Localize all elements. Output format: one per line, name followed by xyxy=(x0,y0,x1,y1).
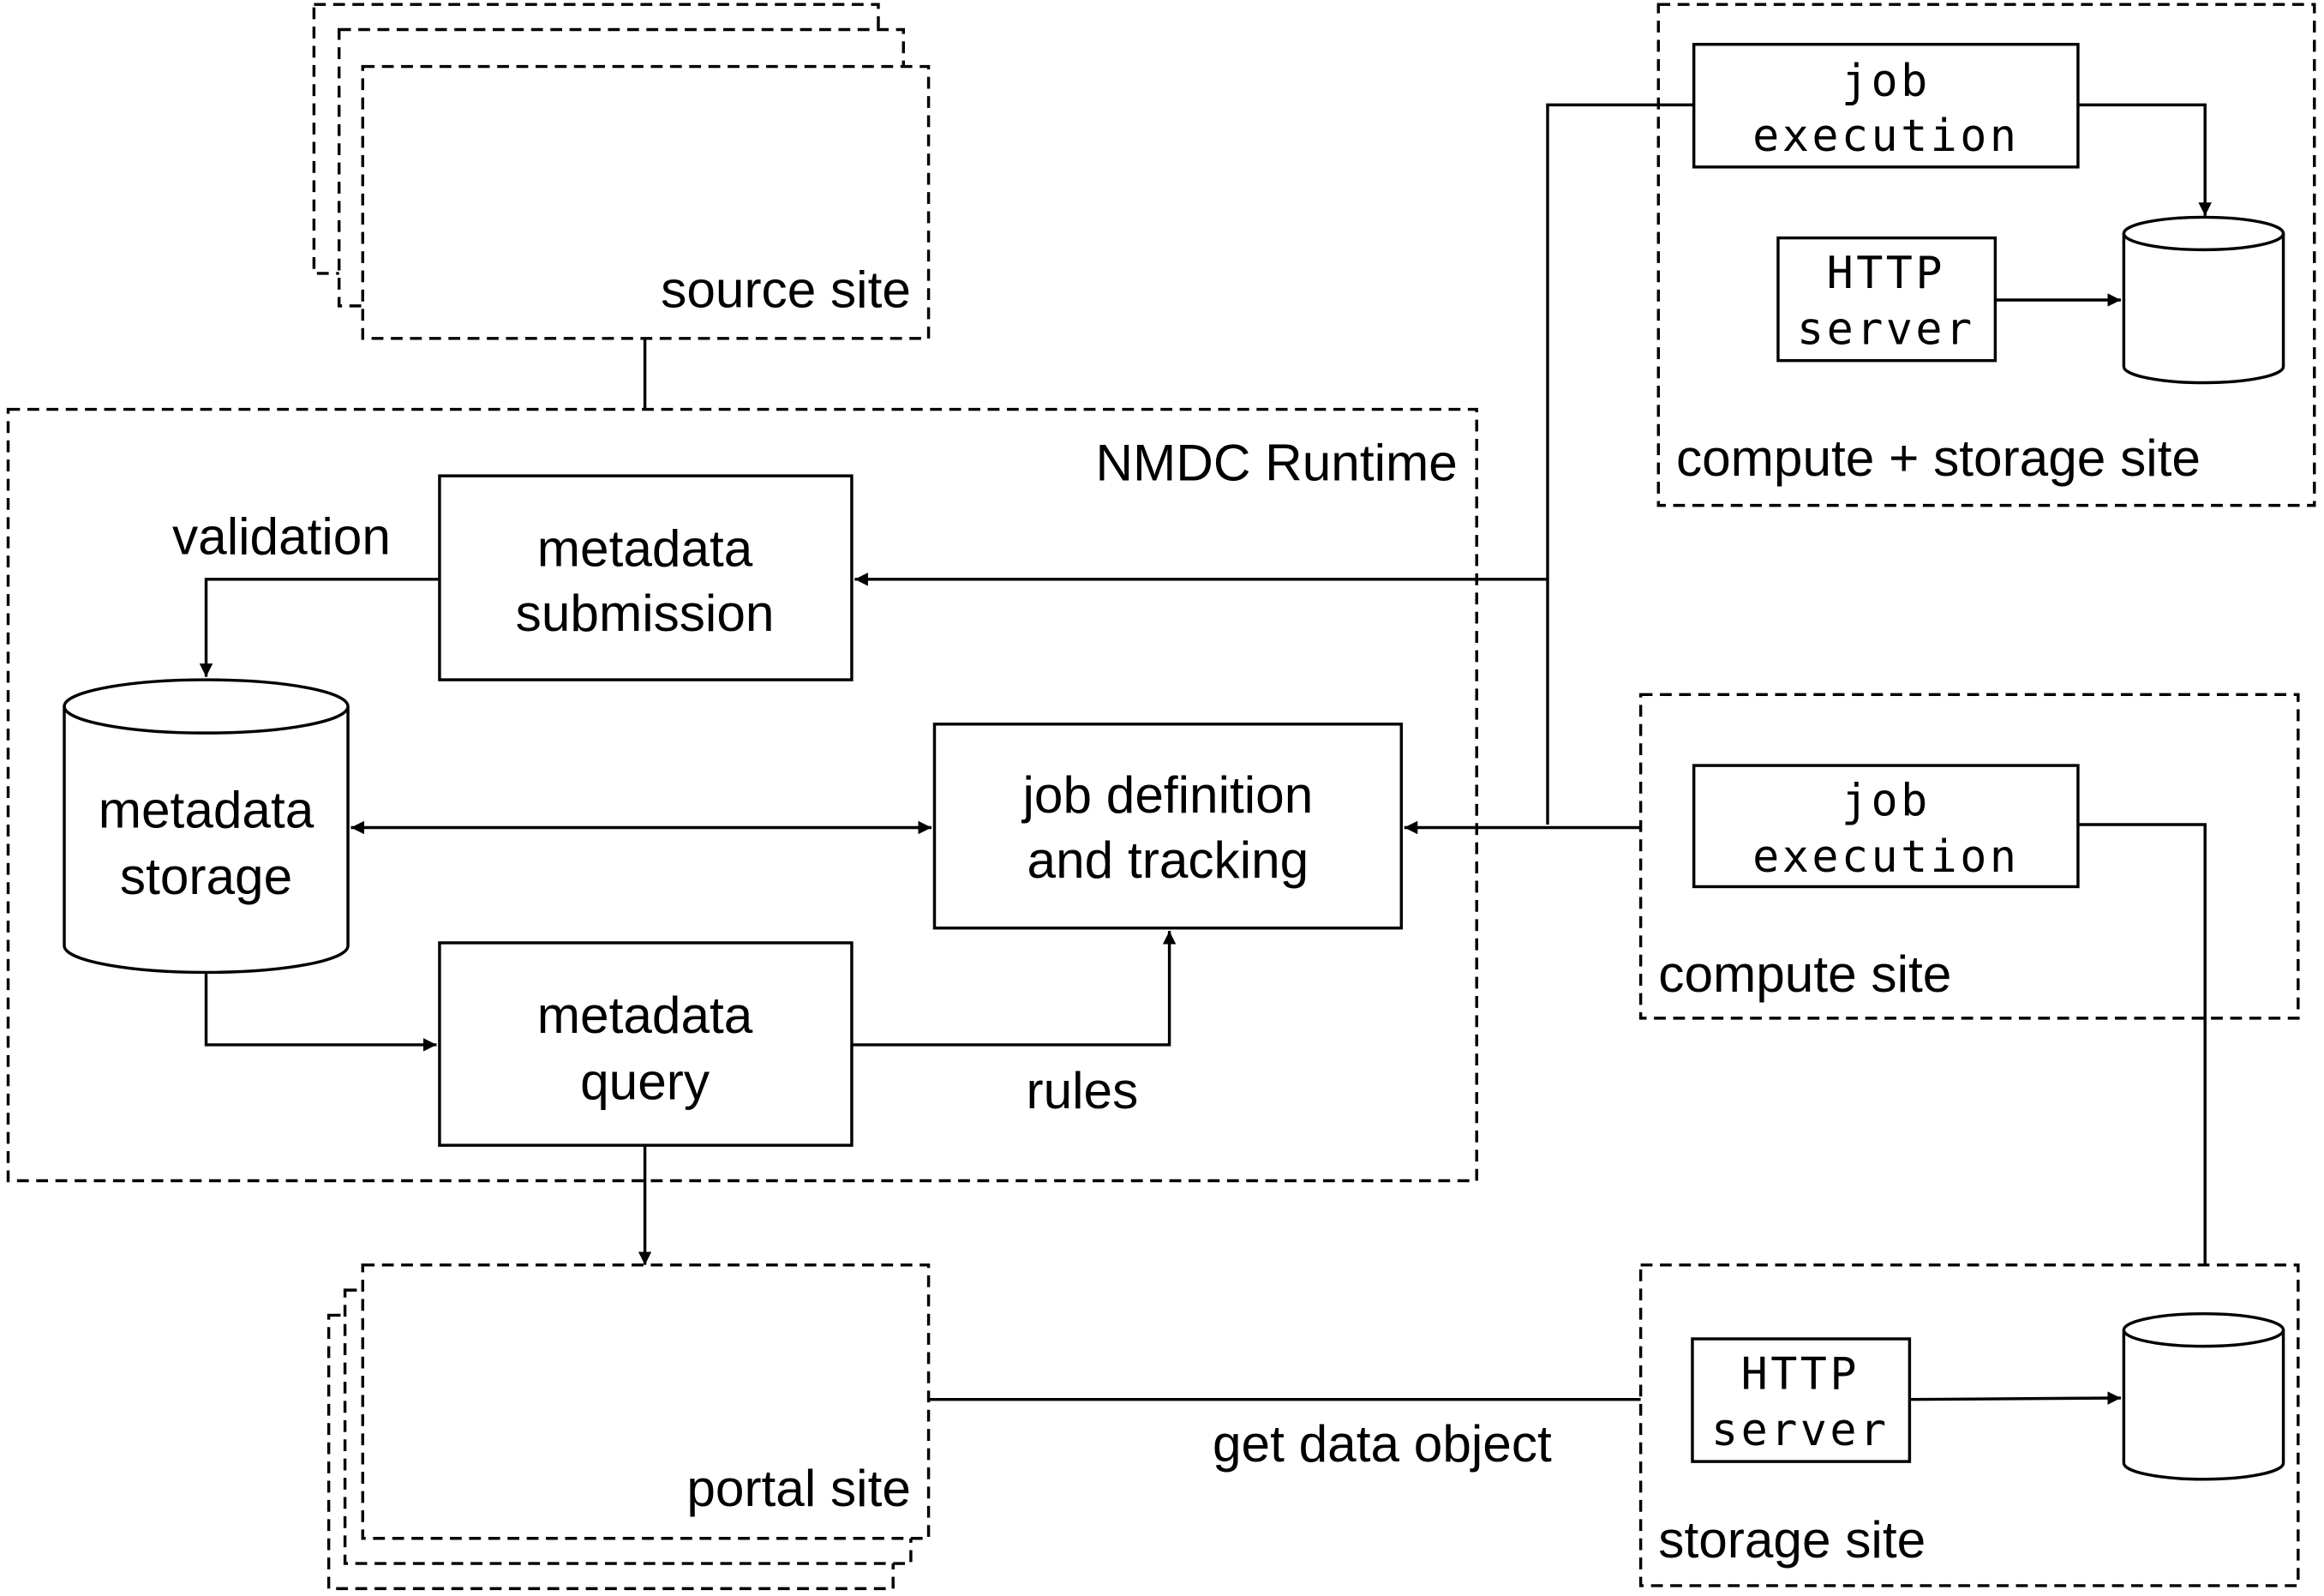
job-definition-line1: job definition xyxy=(1021,765,1314,824)
portal-site-label: portal site xyxy=(686,1459,911,1517)
job-line2: execution xyxy=(1752,111,2019,162)
metadata-query-box: metadata query xyxy=(438,941,854,1147)
job-definition-line2: and tracking xyxy=(1027,831,1309,889)
compute-storage-site-label: compute + storage site xyxy=(1676,429,2201,487)
storage-line1: metadata xyxy=(99,780,314,838)
storage-cylinder xyxy=(2122,215,2285,385)
job-definition-box: job definition and tracking xyxy=(932,723,1404,930)
storage-cylinder xyxy=(2122,1311,2285,1481)
submission-line1: metadata xyxy=(537,519,753,577)
submission-line2: submission xyxy=(516,584,775,642)
metadata-storage-cylinder: metadata storage xyxy=(63,678,350,975)
source-site: source site xyxy=(312,3,931,340)
http-line2: server xyxy=(1797,304,1975,356)
validation-label: validation xyxy=(172,507,391,566)
http-line2: server xyxy=(1711,1405,1890,1456)
query-line1: metadata xyxy=(537,986,753,1044)
compute-storage-site: job execution HTTP server compute + stor… xyxy=(1656,3,2316,507)
storage-site-label: storage site xyxy=(1658,1510,1926,1569)
http-line1: HTTP xyxy=(1827,248,1945,299)
compute-site-label: compute site xyxy=(1658,945,1951,1003)
architecture-diagram: source site NMDC Runtime metadata submis… xyxy=(6,3,2316,1591)
job-line1: job xyxy=(1842,56,1931,107)
metadata-submission-box: metadata submission xyxy=(438,474,854,681)
storage-site: HTTP server storage site xyxy=(1638,1263,2300,1587)
portal-site: portal site xyxy=(326,1263,931,1591)
runtime-label: NMDC Runtime xyxy=(1095,433,1457,491)
rules-label: rules xyxy=(1027,1061,1139,1119)
http-line1: HTTP xyxy=(1741,1349,1860,1401)
compute-site: job execution compute site xyxy=(1638,693,2300,1020)
storage-line2: storage xyxy=(120,847,292,905)
job-line2: execution xyxy=(1752,831,2019,883)
job-line1: job xyxy=(1842,776,1931,827)
get-data-object-label: get data object xyxy=(1213,1414,1552,1473)
arrow-http-to-storage xyxy=(1909,1391,2121,1405)
source-site-label: source site xyxy=(661,261,911,319)
query-line2: query xyxy=(580,1053,710,1111)
